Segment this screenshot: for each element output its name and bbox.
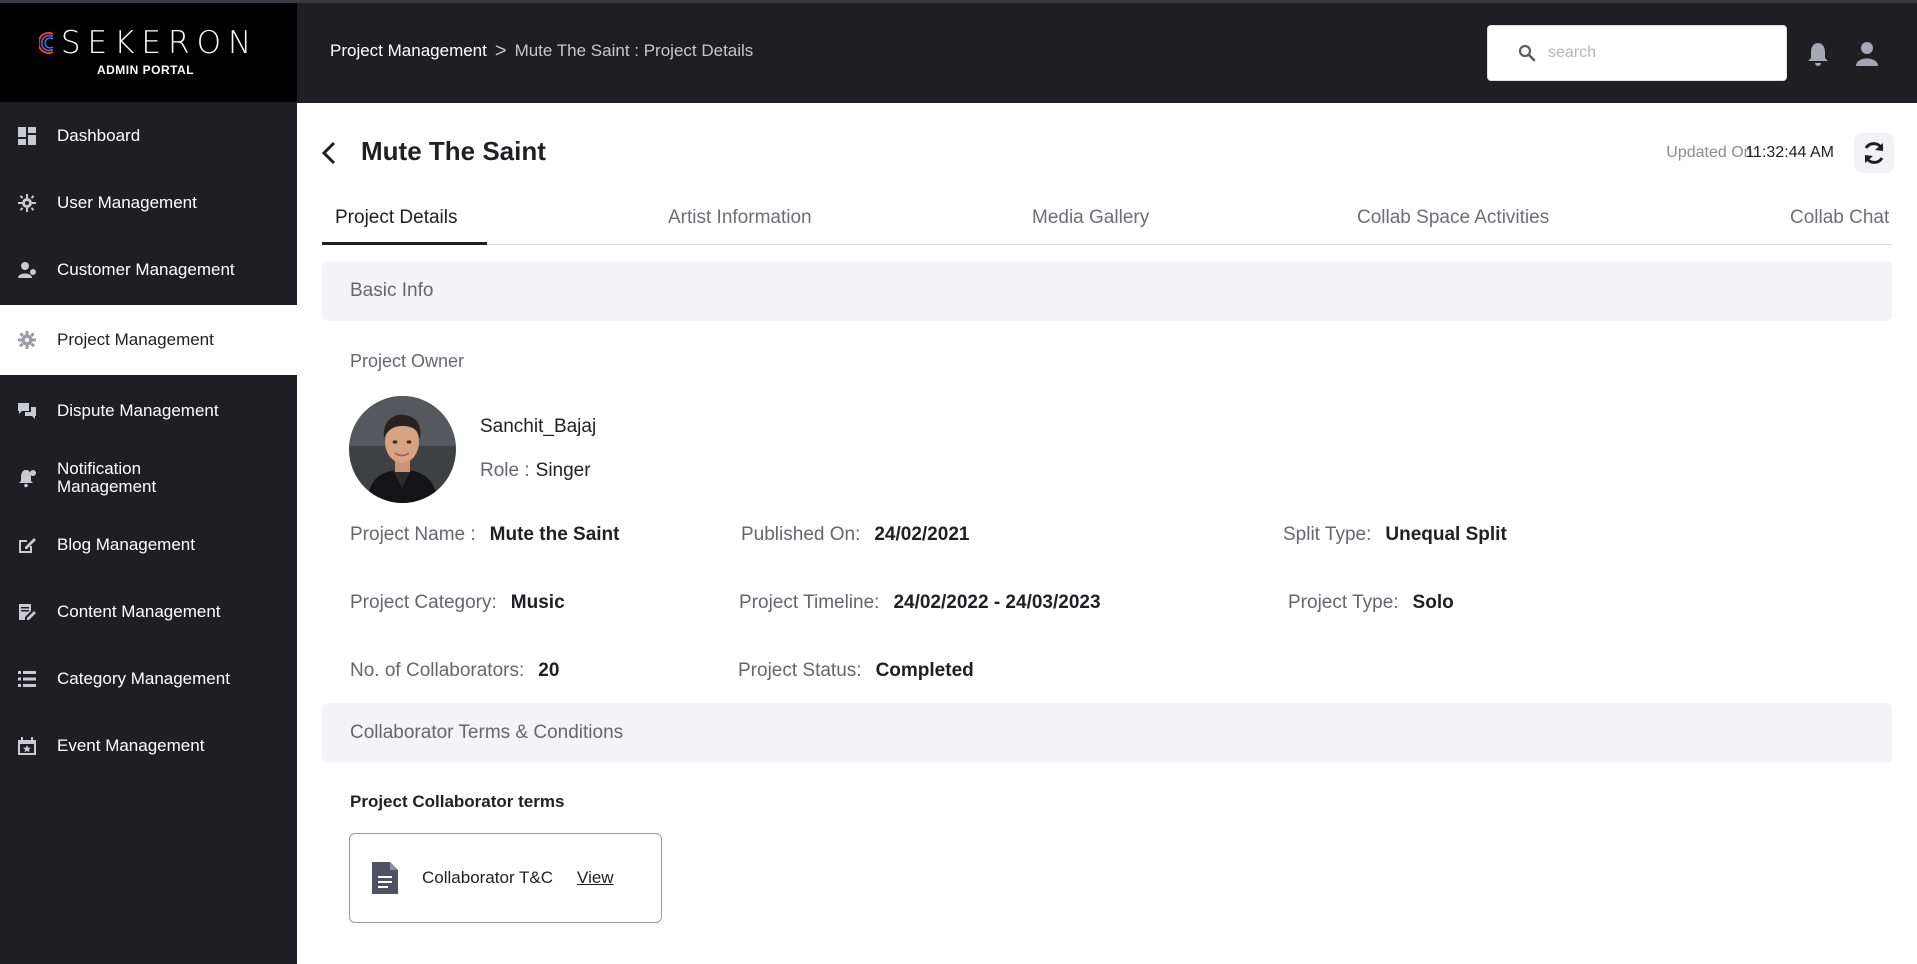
list-icon (16, 668, 38, 690)
sidebar-item-dashboard[interactable]: Dashboard (0, 102, 297, 169)
field-label: Published On: (741, 524, 861, 545)
tab-media-gallery[interactable]: Media Gallery (1032, 203, 1149, 245)
window-top-border (0, 0, 1917, 3)
field-label: No. of Collaborators: (350, 660, 525, 681)
breadcrumb-root-link[interactable]: Project Management (330, 41, 487, 61)
brand-name: SEKERON (60, 25, 259, 61)
tab-artist-information[interactable]: Artist Information (668, 203, 812, 245)
brand-logo: SEKERON ADMIN PORTAL (0, 0, 297, 102)
field-label: Project Category: (350, 592, 497, 613)
customer-icon (16, 259, 38, 281)
field-value: 24/02/2022 - 24/03/2023 (893, 592, 1101, 613)
field-value: Solo (1412, 592, 1454, 613)
sidebar-item-customer-management[interactable]: Customer Management (0, 236, 297, 303)
field-project-category: Project Category: Music (350, 592, 565, 614)
sidebar-item-blog-management[interactable]: Blog Management (0, 511, 297, 578)
breadcrumb: Project Management > Mute The Saint : Pr… (330, 41, 753, 61)
sidebar-item-user-management[interactable]: User Management (0, 169, 297, 236)
updated-label: Updated On: (1666, 144, 1757, 161)
tab-collab-chat[interactable]: Collab Chat (1790, 203, 1889, 245)
breadcrumb-current: Mute The Saint : Project Details (514, 41, 754, 60)
page-title: Mute The Saint (361, 136, 546, 166)
sidebar-item-label: Notification Management (57, 458, 157, 496)
document-icon (372, 862, 398, 894)
role-value: Singer (535, 460, 591, 481)
role-label: Role : (480, 460, 530, 481)
chat-bubbles-icon (16, 400, 38, 422)
field-project-type: Project Type: Solo (1288, 592, 1454, 614)
sidebar-item-project-management[interactable]: Project Management (0, 305, 297, 375)
field-label: Project Type: (1288, 592, 1399, 613)
field-collaborators: No. of Collaborators: 20 (350, 660, 559, 682)
sidebar-item-label: Customer Management (57, 259, 235, 279)
field-published-on: Published On: 24/02/2021 (741, 524, 969, 546)
sidebar-item-label: Event Management (57, 735, 205, 755)
sidebar-item-notification-management[interactable]: Notification Management (0, 444, 297, 511)
brand-subtitle: ADMIN PORTAL (96, 63, 195, 77)
breadcrumb-separator: > (494, 39, 507, 62)
sidebar: SEKERON ADMIN PORTAL Dashboard User Mana… (0, 0, 297, 964)
refresh-button[interactable] (1854, 133, 1894, 173)
brand-ring-icon (38, 32, 54, 54)
field-project-status: Project Status: Completed (738, 660, 974, 682)
sidebar-item-label: Dashboard (57, 125, 141, 145)
sidebar-item-label: Blog Management (57, 534, 195, 554)
field-project-name: Project Name : Mute the Saint (350, 524, 620, 546)
notification-bell-icon[interactable] (1805, 41, 1831, 67)
field-value: 20 (538, 660, 560, 681)
calendar-icon (16, 735, 38, 757)
field-value: Completed (875, 660, 974, 681)
main-content: Mute The Saint Updated On: 11:32:44 AM P… (297, 103, 1917, 964)
sidebar-item-label: Dispute Management (57, 400, 219, 420)
document-edit-icon (16, 601, 38, 623)
chevron-left-icon (321, 141, 336, 165)
user-gear-icon (16, 192, 38, 214)
field-value: 24/02/2021 (874, 524, 970, 545)
sidebar-item-label: Project Management (57, 330, 214, 349)
field-split-type: Split Type: Unequal Split (1283, 524, 1507, 546)
owner-role: Role : Singer (480, 460, 591, 482)
field-label: Project Status: (738, 660, 862, 681)
sidebar-item-dispute-management[interactable]: Dispute Management (0, 377, 297, 444)
blog-icon (16, 534, 38, 556)
dashboard-icon (16, 125, 38, 147)
project-owner-label: Project Owner (350, 351, 465, 371)
search-input[interactable] (1548, 44, 1768, 62)
avatar (349, 396, 456, 503)
field-value: Music (510, 592, 565, 613)
search-box (1487, 25, 1787, 81)
project-collaborator-terms-label: Project Collaborator terms (350, 792, 565, 811)
terms-document-card: Collaborator T&C View (349, 833, 662, 923)
gear-icon (16, 329, 38, 351)
field-value: Mute the Saint (489, 524, 620, 545)
field-label: Project Name : (350, 524, 476, 545)
collaborator-terms-header: Collaborator Terms & Conditions (322, 703, 1892, 763)
search-icon (1518, 44, 1536, 62)
basic-info-header: Basic Info (322, 261, 1892, 321)
tab-project-details[interactable]: Project Details (322, 203, 487, 245)
user-profile-icon[interactable] (1854, 41, 1880, 67)
terms-document-name: Collaborator T&C (422, 868, 554, 887)
field-value: Unequal Split (1385, 524, 1507, 545)
updated-time: 11:32:44 AM (1745, 144, 1834, 161)
tab-bar: Project Details Artist Information Media… (322, 203, 1892, 245)
back-button[interactable] (318, 138, 342, 168)
sidebar-item-event-management[interactable]: Event Management (0, 712, 297, 779)
bell-gear-icon (16, 467, 38, 489)
sidebar-item-category-management[interactable]: Category Management (0, 645, 297, 712)
sidebar-item-label: Content Management (57, 601, 221, 621)
owner-name: Sanchit_Bajaj (480, 416, 597, 437)
field-label: Project Timeline: (739, 592, 880, 613)
sidebar-nav: Dashboard User Management Customer Manag… (0, 102, 297, 779)
tab-collab-space-activities[interactable]: Collab Space Activities (1357, 203, 1549, 245)
top-header: Project Management > Mute The Saint : Pr… (297, 3, 1917, 103)
sidebar-item-content-management[interactable]: Content Management (0, 578, 297, 645)
refresh-icon (1864, 142, 1884, 164)
view-terms-link[interactable]: View (577, 868, 614, 888)
sidebar-item-label: Category Management (57, 668, 230, 688)
field-label: Split Type: (1283, 524, 1372, 545)
sidebar-item-label: User Management (57, 192, 197, 212)
field-project-timeline: Project Timeline: 24/02/2022 - 24/03/2023 (739, 592, 1101, 614)
